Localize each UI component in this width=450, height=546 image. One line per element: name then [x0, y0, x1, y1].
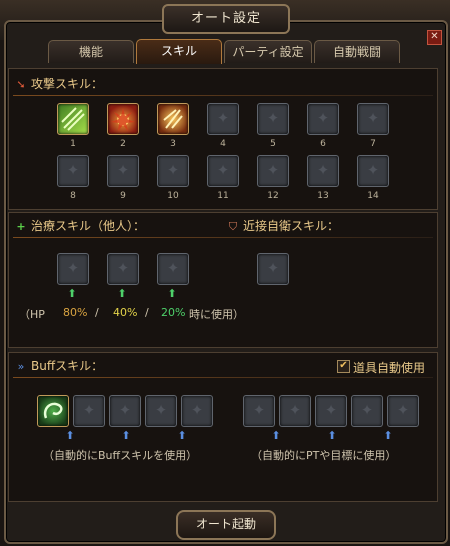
attack-slot-4[interactable]: ✦	[207, 103, 239, 135]
attack-slot-14[interactable]: ✦	[357, 155, 389, 187]
party-buff-slot-1[interactable]: ✦	[243, 395, 275, 427]
slot-number: 10	[167, 191, 179, 201]
defense-slot-1[interactable]: ✦	[257, 253, 289, 285]
fire-burst-icon	[111, 108, 135, 131]
buff-note-self: （自動的にBuffスキルを使用）	[43, 449, 198, 462]
defense-skill-label: 近接自衛スキル：	[243, 219, 340, 233]
slot-number: 8	[70, 191, 76, 201]
attack-slot-10[interactable]: ✦	[157, 155, 189, 187]
attack-skill-label: 攻撃スキル：	[31, 77, 104, 91]
attack-slot-3[interactable]	[157, 103, 189, 135]
tab-party-settings[interactable]: パーティ設定	[224, 40, 312, 63]
green-slash-icon	[61, 107, 85, 131]
green-swirl-icon	[43, 402, 63, 419]
up-arrow-icon: ⬆	[327, 429, 337, 442]
up-arrow-icon: ⬆	[67, 287, 77, 300]
slot-number: 6	[320, 139, 326, 149]
heal-defense-panel: + 治療スキル（他人）： ⛉ 近接自衛スキル： ✦ ✦ ✦ ✦ ⬆ ⬆ ⬆ （HP …	[8, 212, 438, 348]
slot-number: 14	[367, 191, 379, 201]
hp-threshold-3: 20%	[161, 306, 186, 319]
attack-skill-header: ➘ 攻撃スキル：	[15, 75, 103, 93]
attack-slot-8[interactable]: ✦	[57, 155, 89, 187]
heal-slot-2[interactable]: ✦	[107, 253, 139, 285]
window-title: オート設定	[162, 4, 290, 34]
buff-note-party: （自動的にPTや目標に使用）	[251, 449, 397, 462]
up-arrow-icon: ⬆	[271, 429, 281, 442]
defense-skill-header: ⛉ 近接自衛スキル：	[227, 217, 339, 235]
hp-prefix: （HP	[19, 308, 45, 321]
party-buff-slot-2[interactable]: ✦	[279, 395, 311, 427]
slot-number: 9	[120, 191, 126, 201]
buff-slot-3[interactable]: ✦	[109, 395, 141, 427]
buff-slot-5[interactable]: ✦	[181, 395, 213, 427]
slot-number: 1	[70, 139, 76, 149]
hp-threshold-2: 40%	[113, 306, 138, 319]
tab-function[interactable]: 機能	[48, 40, 134, 63]
close-button[interactable]: ✕	[427, 30, 442, 45]
tab-auto-combat[interactable]: 自動戦闘	[314, 40, 400, 63]
double-arrow-icon: »	[17, 360, 25, 373]
attack-slot-1[interactable]	[57, 103, 89, 135]
attack-slot-11[interactable]: ✦	[207, 155, 239, 187]
buff-slot-2[interactable]: ✦	[73, 395, 105, 427]
auto-item-checkbox[interactable]: ✔	[337, 360, 350, 373]
up-arrow-icon: ⬆	[177, 429, 187, 442]
buff-skill-header: » Buffスキル：	[15, 357, 103, 375]
sword-arrow-icon: ➘	[16, 78, 26, 91]
heal-skill-label: 治療スキル（他人）：	[31, 219, 146, 233]
slot-number: 2	[120, 139, 126, 149]
shield-icon: ⛉	[228, 220, 238, 233]
attack-slot-5[interactable]: ✦	[257, 103, 289, 135]
slot-number: 12	[267, 191, 279, 201]
slot-number: 5	[270, 139, 276, 149]
hp-threshold-1: 80%	[63, 306, 88, 319]
hp-separator: /	[145, 306, 149, 319]
up-arrow-icon: ⬆	[383, 429, 393, 442]
attack-slot-7[interactable]: ✦	[357, 103, 389, 135]
attack-slot-13[interactable]: ✦	[307, 155, 339, 187]
heal-skill-header: + 治療スキル（他人）：	[15, 217, 145, 235]
buff-slot-4[interactable]: ✦	[145, 395, 177, 427]
attack-slot-12[interactable]: ✦	[257, 155, 289, 187]
golden-strike-icon	[163, 109, 183, 129]
attack-slot-6[interactable]: ✦	[307, 103, 339, 135]
tab-skill[interactable]: スキル	[136, 39, 222, 64]
attack-slot-2[interactable]	[107, 103, 139, 135]
up-arrow-icon: ⬆	[167, 287, 177, 300]
slot-number: 11	[217, 191, 229, 201]
auto-item-label: 道具自動使用	[353, 361, 426, 375]
slot-number: 4	[220, 139, 226, 149]
buff-skill-label: Buffスキル：	[31, 359, 104, 373]
hp-suffix: 時に使用）	[189, 308, 244, 321]
party-buff-slot-3[interactable]: ✦	[315, 395, 347, 427]
slot-number: 13	[317, 191, 329, 201]
attack-slot-9[interactable]: ✦	[107, 155, 139, 187]
attack-skill-panel: ➘ 攻撃スキル： ✦ ✦ ✦ ✦ 1 2 3 4 5 6 7 ✦ ✦ ✦ ✦ ✦ …	[8, 68, 438, 210]
hp-separator: /	[95, 306, 99, 319]
auto-start-button[interactable]: オート起動	[176, 510, 276, 540]
up-arrow-icon: ⬆	[65, 429, 75, 442]
slot-number: 3	[170, 139, 176, 149]
party-buff-slot-5[interactable]: ✦	[387, 395, 419, 427]
party-buff-slot-4[interactable]: ✦	[351, 395, 383, 427]
plus-icon: +	[16, 220, 26, 233]
up-arrow-icon: ⬆	[121, 429, 131, 442]
up-arrow-icon: ⬆	[117, 287, 127, 300]
heal-slot-3[interactable]: ✦	[157, 253, 189, 285]
heal-slot-1[interactable]: ✦	[57, 253, 89, 285]
slot-number: 7	[370, 139, 376, 149]
buff-slot-1[interactable]	[37, 395, 69, 427]
buff-skill-panel: » Buffスキル： ✔ 道具自動使用 ✦ ✦ ✦ ✦ ✦ ✦ ✦ ✦ ✦ ⬆ ⬆…	[8, 352, 438, 502]
